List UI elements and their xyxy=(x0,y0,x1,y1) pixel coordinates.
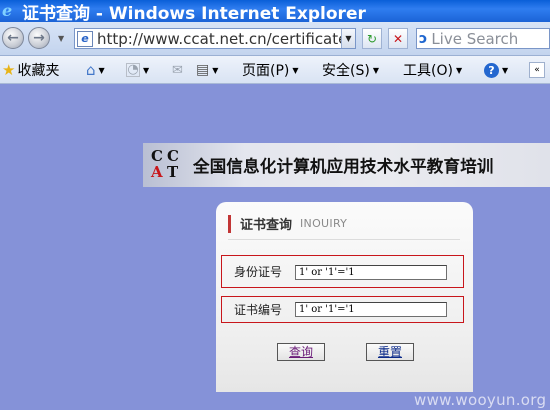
panel-title: 证书查询 xyxy=(240,218,293,233)
url-field[interactable]: e http://www.ccat.net.cn/certificates ▼ xyxy=(74,28,356,49)
reset-button[interactable]: 重置 xyxy=(366,343,414,361)
page-menu-label: 页面(P) xyxy=(242,63,290,79)
page-content: C C A T 全国信息化计算机应用技术水平教育培训 证书查询 INOUIRY … xyxy=(0,85,550,410)
url-dropdown-icon[interactable]: ▼ xyxy=(341,29,355,48)
expand-toolbar-icon: « xyxy=(529,62,545,78)
id-number-label: 身份证号 xyxy=(234,265,283,279)
search-input[interactable]: ↄ Live Search xyxy=(416,28,550,49)
query-button[interactable]: 查询 xyxy=(277,343,325,361)
safety-menu[interactable]: 安全(S) ▼ xyxy=(322,60,379,80)
header-accent-bar xyxy=(228,214,231,233)
stop-icon: ✕ xyxy=(392,31,404,46)
address-toolbar: ← → ▼ e http://www.ccat.net.cn/certifica… xyxy=(0,22,550,56)
refresh-icon: ↻ xyxy=(366,31,378,46)
favorites-label: 收藏夹 xyxy=(17,63,60,79)
search-placeholder: Live Search xyxy=(431,29,519,48)
page-icon: e xyxy=(77,30,93,47)
ccat-logo: C C A T xyxy=(151,147,179,181)
favorites-star-icon: ★ xyxy=(2,61,16,79)
window-titlebar: e 证书查询 - Windows Internet Explorer xyxy=(0,0,550,24)
back-arrow-icon: ← xyxy=(7,30,19,46)
help-icon: ? xyxy=(484,62,499,78)
certificate-number-row: 证书编号 1' or '1'='1 xyxy=(221,296,464,323)
site-banner: C C A T 全国信息化计算机应用技术水平教育培训 xyxy=(143,143,550,187)
banner-title: 全国信息化计算机应用技术水平教育培训 xyxy=(193,157,494,176)
help-button[interactable]: ? ▼ xyxy=(484,60,508,80)
home-button[interactable]: ⌂ ▼ xyxy=(86,60,105,80)
history-dropdown-icon[interactable]: ▼ xyxy=(58,34,64,43)
window-title: 证书查询 - Windows Internet Explorer xyxy=(22,3,366,24)
forward-arrow-icon: → xyxy=(33,30,45,46)
certificate-number-input[interactable]: 1' or '1'='1 xyxy=(295,302,447,317)
id-number-row: 身份证号 1' or '1'='1 xyxy=(221,255,464,288)
chevron-down-icon: ▼ xyxy=(98,65,105,75)
panel-divider xyxy=(228,239,460,240)
chevron-down-icon: ▼ xyxy=(372,65,379,75)
mail-icon: ✉ xyxy=(172,62,183,78)
panel-header: 证书查询 INOUIRY xyxy=(228,214,347,233)
command-bar: ★ 收藏夹 ⌂ ▼ ◔ ▼ ✉ ▤ ▼ 页面(P) ▼ 安全(S) ▼ 工具(O) ▼ ? ▼… xyxy=(0,56,550,84)
safety-menu-label: 安全(S) xyxy=(322,63,370,79)
chevron-down-icon: ▼ xyxy=(292,65,299,75)
feeds-button[interactable]: ◔ ▼ xyxy=(126,60,149,80)
chevron-down-icon: ▼ xyxy=(502,65,509,75)
rss-icon: ◔ xyxy=(126,62,140,77)
panel-subtitle: INOUIRY xyxy=(300,217,348,230)
chevron-down-icon: ▼ xyxy=(455,65,463,75)
page-menu[interactable]: 页面(P) ▼ xyxy=(242,60,299,80)
url-text: http://www.ccat.net.cn/certificates xyxy=(97,29,356,48)
chevron-down-icon: ▼ xyxy=(212,65,219,75)
tools-menu-label: 工具(O) xyxy=(403,63,453,79)
watermark: www.wooyun.org xyxy=(414,391,547,409)
chevron-down-icon: ▼ xyxy=(143,65,150,75)
stop-button[interactable]: ✕ xyxy=(388,28,408,49)
live-search-icon: ↄ xyxy=(419,30,428,47)
certificate-number-label: 证书编号 xyxy=(234,303,283,317)
refresh-button[interactable]: ↻ xyxy=(362,28,382,49)
id-number-input[interactable]: 1' or '1'='1 xyxy=(295,265,447,280)
print-icon: ▤ xyxy=(196,62,210,78)
more-tools-button[interactable]: « xyxy=(529,60,545,80)
favorites-button[interactable]: ★ 收藏夹 xyxy=(2,60,59,80)
mail-button[interactable]: ✉ xyxy=(172,60,183,80)
ie-logo-icon: e xyxy=(2,1,13,20)
forward-button[interactable]: → xyxy=(28,27,50,49)
back-button[interactable]: ← xyxy=(2,27,24,49)
home-icon: ⌂ xyxy=(86,61,96,79)
tools-menu[interactable]: 工具(O) ▼ xyxy=(403,60,462,80)
print-button[interactable]: ▤ ▼ xyxy=(196,60,218,80)
